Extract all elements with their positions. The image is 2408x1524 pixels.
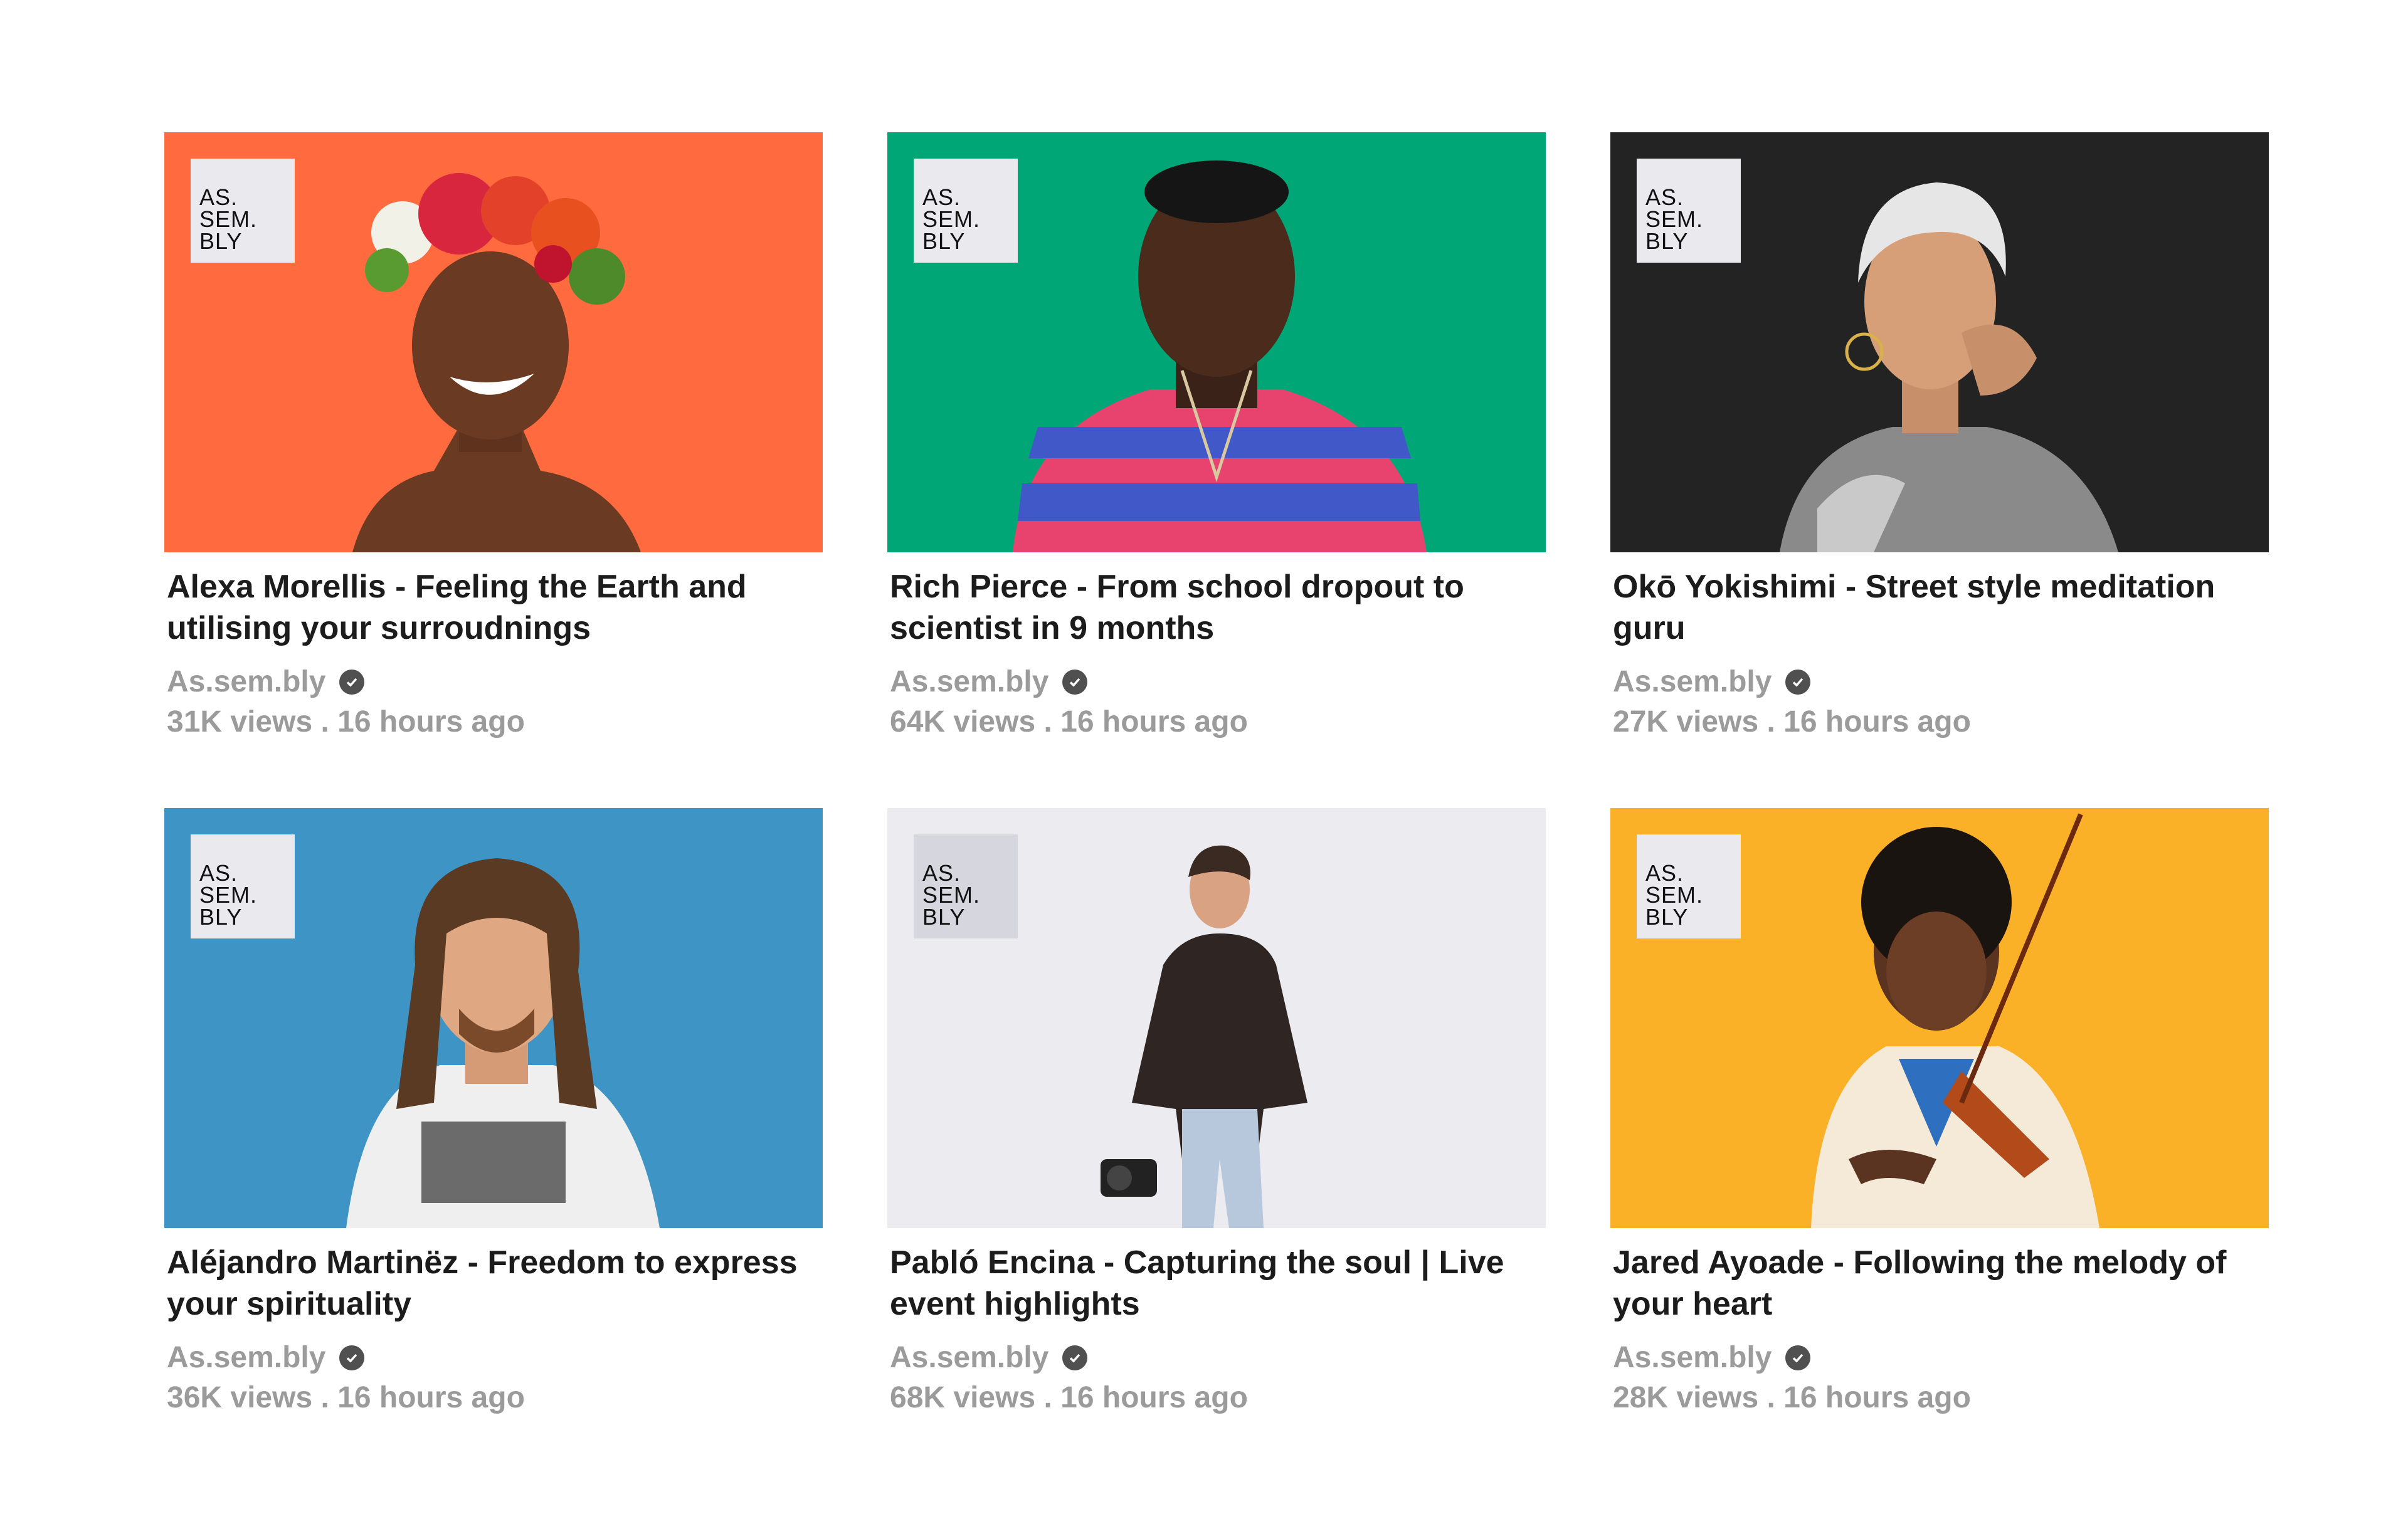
video-meta: 64K views . 16 hours ago (890, 705, 1248, 738)
video-thumbnail[interactable]: AS. SEM. BLY (1610, 808, 2269, 1228)
video-grid: AS. SEM. BLY Alexa Morellis - Feeling the … (164, 132, 2269, 1435)
video-card[interactable]: AS. SEM. BLY Jared Ayoade - Following the … (1610, 808, 2269, 1435)
channel-name[interactable]: As.sem.bly (1613, 1340, 1772, 1376)
video-title[interactable]: Pabló Encina - Capturing the soul | Live… (890, 1242, 1546, 1325)
brand-logo: AS. SEM. BLY (1637, 834, 1741, 938)
video-card[interactable]: AS. SEM. BLY Alexa Morellis - Feeling the … (164, 132, 823, 759)
channel-name[interactable]: As.sem.bly (890, 664, 1048, 700)
channel-row: As.sem.bly (167, 1340, 823, 1376)
channel-row: As.sem.bly (1613, 1340, 2269, 1376)
video-title[interactable]: Jared Ayoade - Following the melody of y… (1613, 1242, 2269, 1325)
channel-name[interactable]: As.sem.bly (1613, 664, 1772, 700)
channel-name[interactable]: As.sem.bly (167, 664, 325, 700)
brand-logo: AS. SEM. BLY (914, 159, 1018, 263)
video-thumbnail[interactable]: AS. SEM. BLY (164, 132, 823, 552)
verified-check-icon (339, 1345, 365, 1370)
channel-row: As.sem.bly (890, 664, 1546, 700)
channel-name[interactable]: As.sem.bly (890, 1340, 1048, 1376)
video-thumbnail[interactable]: AS. SEM. BLY (887, 132, 1546, 552)
video-thumbnail[interactable]: AS. SEM. BLY (887, 808, 1546, 1228)
video-meta: 68K views . 16 hours ago (890, 1381, 1248, 1414)
video-thumbnail[interactable]: AS. SEM. BLY (164, 808, 823, 1228)
video-title[interactable]: Aléjandro Martinëz - Freedom to express … (167, 1242, 823, 1325)
video-meta: 27K views . 16 hours ago (1613, 705, 1971, 738)
video-meta: 28K views . 16 hours ago (1613, 1381, 1971, 1414)
channel-row: As.sem.bly (890, 1340, 1546, 1376)
video-card[interactable]: AS. SEM. BLY Aléjandro Martinëz - Freedom … (164, 808, 823, 1435)
channel-row: As.sem.bly (1613, 664, 2269, 700)
video-card[interactable]: AS. SEM. BLY Okō Yokishimi - Street style … (1610, 132, 2269, 759)
video-title[interactable]: Rich Pierce - From school dropout to sci… (890, 566, 1546, 649)
verified-check-icon (1785, 1345, 1811, 1370)
brand-logo: AS. SEM. BLY (191, 159, 295, 263)
verified-check-icon (1062, 1345, 1088, 1370)
video-title[interactable]: Okō Yokishimi - Street style meditation … (1613, 566, 2269, 649)
video-thumbnail[interactable]: AS. SEM. BLY (1610, 132, 2269, 552)
video-meta: 31K views . 16 hours ago (167, 705, 525, 738)
brand-logo: AS. SEM. BLY (1637, 159, 1741, 263)
verified-check-icon (1785, 670, 1811, 695)
video-title[interactable]: Alexa Morellis - Feeling the Earth and u… (167, 566, 823, 649)
brand-logo: AS. SEM. BLY (914, 834, 1018, 938)
channel-name[interactable]: As.sem.bly (167, 1340, 325, 1376)
verified-check-icon (1062, 670, 1088, 695)
brand-logo: AS. SEM. BLY (191, 834, 295, 938)
video-card[interactable]: AS. SEM. BLY Rich Pierce - From school dro… (887, 132, 1546, 759)
video-card[interactable]: AS. SEM. BLY Pabló Encina - Capturing the … (887, 808, 1546, 1435)
video-meta: 36K views . 16 hours ago (167, 1381, 525, 1414)
channel-row: As.sem.bly (167, 664, 823, 700)
verified-check-icon (339, 670, 365, 695)
